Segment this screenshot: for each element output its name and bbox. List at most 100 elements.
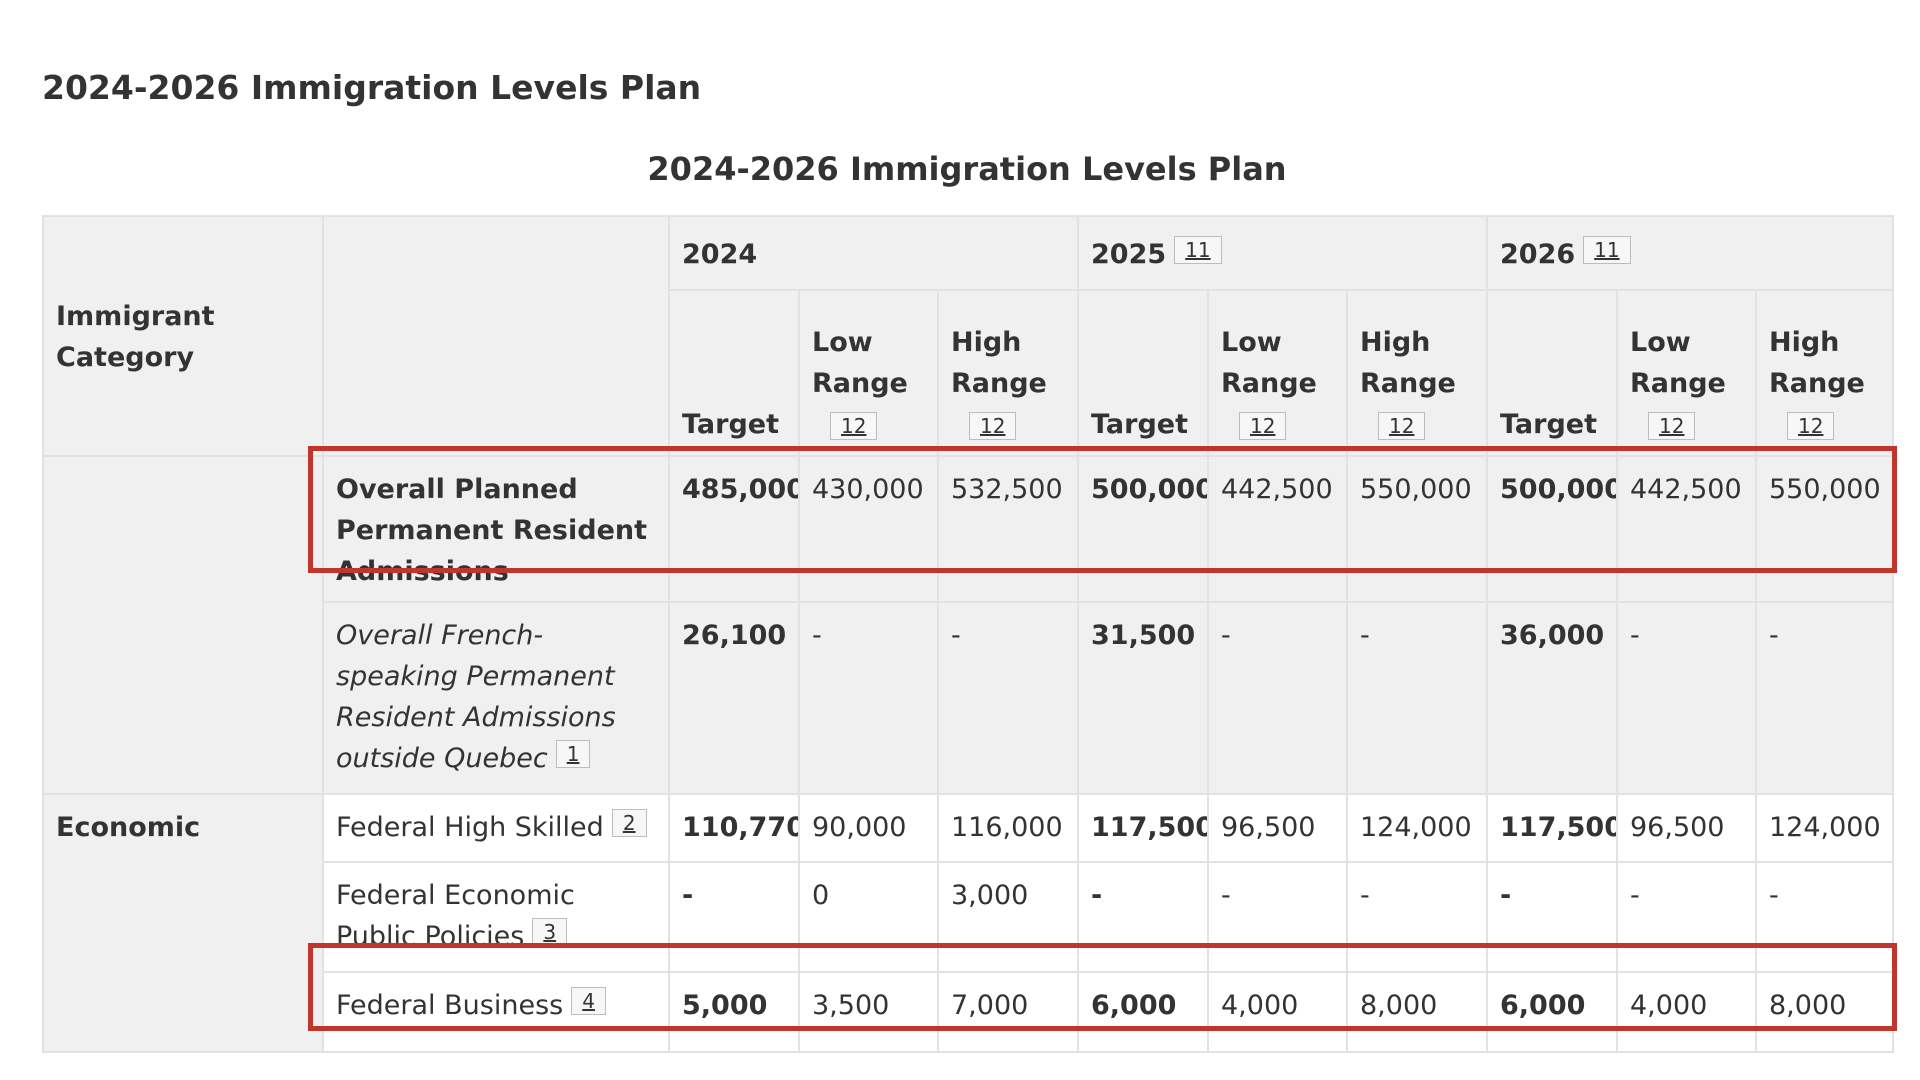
value-cell-low: -	[1616, 861, 1757, 973]
row-label-cell: Overall Planned Permanent Resident Admis…	[322, 455, 670, 603]
header-target-2025: Target	[1077, 289, 1209, 457]
value-cell-high: 532,500	[937, 455, 1079, 603]
header-high-range-2026: High Range 12	[1755, 289, 1894, 457]
header-high-range-2025: High Range 12	[1346, 289, 1488, 457]
row-label-cell: Overall French-speaking Permanent Reside…	[322, 601, 670, 795]
value-cell-low: 96,500	[1616, 793, 1757, 863]
row-label-cell: Federal Business 4	[322, 971, 670, 1053]
header-target-2024: Target	[668, 289, 800, 457]
footnote-link[interactable]: 12	[1648, 412, 1696, 440]
value-cell-target: 500,000	[1077, 455, 1209, 603]
value-cell-target: 31,500	[1077, 601, 1209, 795]
row-label-cell: Federal High Skilled 2	[322, 793, 670, 863]
footnote-link[interactable]: 11	[1174, 235, 1222, 264]
value-cell-low: 442,500	[1616, 455, 1757, 603]
category-cell-economic: Economic	[42, 793, 324, 1053]
value-cell-low: 4,000	[1616, 971, 1757, 1053]
target-label: Target	[1091, 409, 1189, 440]
value-cell-low: -	[1616, 601, 1757, 795]
header-year-2026: 2026 11	[1486, 215, 1894, 291]
header-low-range-2024: Low Range 12	[798, 289, 939, 457]
high-range-label: High Range	[951, 327, 1047, 399]
value-cell-target: 117,500	[1077, 793, 1209, 863]
low-range-label: Low Range	[1221, 327, 1317, 399]
header-year-row: Immigrant Category 2024 2025 11 2026 11	[42, 215, 1894, 457]
value-cell-high: 8,000	[1755, 971, 1894, 1053]
value-cell-target: -	[1486, 861, 1618, 973]
value-cell-target: -	[668, 861, 800, 973]
row-label: Federal Business	[336, 990, 564, 1021]
footnote-link[interactable]: 12	[1239, 412, 1287, 440]
footnote-link[interactable]: 1	[555, 740, 591, 768]
value-cell-target: 110,770	[668, 793, 800, 863]
target-label: Target	[682, 409, 780, 440]
value-cell-target: 117,500	[1486, 793, 1618, 863]
value-cell-target: 485,000	[668, 455, 800, 603]
category-label: Economic	[56, 812, 201, 843]
value-cell-low: 96,500	[1207, 793, 1348, 863]
footnote-link[interactable]: 11	[1583, 235, 1631, 264]
value-cell-high: -	[937, 601, 1079, 795]
header-high-range-2024: High Range 12	[937, 289, 1079, 457]
row-label-cell: Federal Economic Public Policies 3	[322, 861, 670, 973]
value-cell-target: 6,000	[1077, 971, 1209, 1053]
footnote-link[interactable]: 12	[830, 412, 878, 440]
high-range-label: High Range	[1769, 327, 1865, 399]
footnote-link[interactable]: 2	[611, 809, 647, 837]
value-cell-high: -	[1755, 601, 1894, 795]
value-cell-high: 7,000	[937, 971, 1079, 1053]
low-range-label: Low Range	[812, 327, 908, 399]
row-label: Federal High Skilled	[336, 812, 604, 843]
footnote-link[interactable]: 12	[969, 412, 1017, 440]
value-cell-high: 124,000	[1755, 793, 1894, 863]
header-year-2025: 2025 11	[1077, 215, 1488, 291]
value-cell-low: 430,000	[798, 455, 939, 603]
value-cell-high: 8,000	[1346, 971, 1488, 1053]
header-year-2024: 2024	[668, 215, 1079, 291]
value-cell-low: -	[798, 601, 939, 795]
value-cell-low: -	[1207, 601, 1348, 795]
value-cell-high: -	[1755, 861, 1894, 973]
table-row-federal-high-skilled: Economic Federal High Skilled 2 110,770 9…	[42, 793, 1894, 1053]
value-cell-high: 124,000	[1346, 793, 1488, 863]
table-row-overall-planned: Overall Planned Permanent Resident Admis…	[42, 455, 1894, 795]
year-label: 2026	[1500, 238, 1576, 270]
year-label: 2025	[1091, 238, 1167, 270]
table-caption: 2024-2026 Immigration Levels Plan	[647, 150, 1287, 188]
footnote-link[interactable]: 3	[532, 918, 568, 946]
value-cell-high: -	[1346, 861, 1488, 973]
footnote-link[interactable]: 12	[1787, 412, 1835, 440]
value-cell-target: 6,000	[1486, 971, 1618, 1053]
header-target-2026: Target	[1486, 289, 1618, 457]
value-cell-high: -	[1346, 601, 1488, 795]
value-cell-low: -	[1207, 861, 1348, 973]
value-cell-target: 26,100	[668, 601, 800, 795]
value-cell-target: 36,000	[1486, 601, 1618, 795]
low-range-label: Low Range	[1630, 327, 1726, 399]
header-category-label: Immigrant Category	[56, 301, 215, 373]
header-low-range-2025: Low Range 12	[1207, 289, 1348, 457]
value-cell-target: -	[1077, 861, 1209, 973]
row-label: Overall Planned Permanent Resident Admis…	[336, 474, 648, 587]
footnote-link[interactable]: 12	[1378, 412, 1426, 440]
value-cell-target: 5,000	[668, 971, 800, 1053]
immigration-levels-table: Immigrant Category 2024 2025 11 2026 11 Ta…	[42, 215, 1894, 1053]
value-cell-low: 3,500	[798, 971, 939, 1053]
value-cell-low: 0	[798, 861, 939, 973]
value-cell-target: 500,000	[1486, 455, 1618, 603]
value-cell-low: 4,000	[1207, 971, 1348, 1053]
footnote-link[interactable]: 4	[571, 987, 606, 1015]
value-cell-high: 3,000	[937, 861, 1079, 973]
value-cell-low: 90,000	[798, 793, 939, 863]
value-cell-high: 550,000	[1755, 455, 1894, 603]
header-blank	[322, 215, 670, 457]
value-cell-low: 442,500	[1207, 455, 1348, 603]
value-cell-high: 550,000	[1346, 455, 1488, 603]
page-heading: 2024-2026 Immigration Levels Plan	[42, 68, 702, 107]
high-range-label: High Range	[1360, 327, 1456, 399]
category-cell-blank	[42, 455, 324, 795]
target-label: Target	[1500, 409, 1598, 440]
header-immigrant-category: Immigrant Category	[42, 215, 324, 457]
value-cell-high: 116,000	[937, 793, 1079, 863]
year-label: 2024	[682, 238, 758, 270]
